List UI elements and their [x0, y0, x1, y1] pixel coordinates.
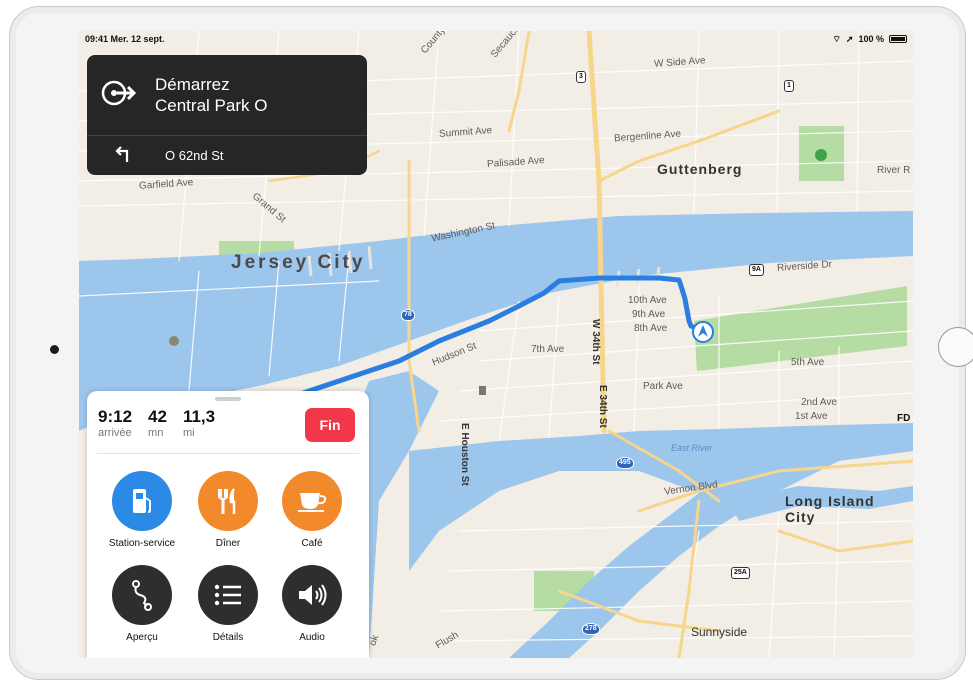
map-label: 7th Ave — [531, 344, 565, 355]
then-maneuver[interactable]: O 62nd St — [87, 136, 367, 174]
map-label-guttenberg: Guttenberg — [657, 161, 743, 177]
action-label: Détails — [212, 632, 244, 643]
map-label: 10th Ave — [628, 295, 667, 306]
map-label: River R — [877, 165, 911, 176]
park-poi-icon — [815, 149, 827, 161]
route-shield: 1 — [784, 80, 794, 92]
action-label: Dîner — [215, 538, 241, 549]
map-label: 9th Ave — [632, 309, 666, 320]
route-shield: 3 — [576, 71, 586, 83]
start-route-icon — [101, 78, 137, 113]
landmark-icon — [479, 386, 486, 395]
details-button[interactable]: Détails — [184, 565, 272, 643]
arrival-unit: arrivée — [98, 427, 132, 439]
status-time-date: 09:41 Mer. 12 sept. — [85, 34, 165, 44]
route-shield: 278 — [582, 623, 600, 635]
status-bar: 09:41 Mer. 12 sept. ⌔ ➚ 100 % — [79, 31, 913, 47]
map-label: 5th Ave — [791, 357, 825, 368]
list-icon — [198, 565, 258, 625]
route-shield: 9A — [749, 264, 764, 276]
front-camera — [50, 345, 59, 354]
map-label: FD — [897, 413, 911, 424]
wifi-icon: ⌔ — [832, 33, 841, 44]
map-label: E 34th St — [597, 385, 608, 428]
route-overview-icon — [112, 565, 172, 625]
fuel-pump-icon — [112, 471, 172, 531]
arrival-value: 9:12 — [98, 407, 133, 426]
map-label: 8th Ave — [634, 323, 668, 334]
map-label: Sunnyside — [691, 625, 748, 639]
route-shield: 495 — [616, 457, 634, 469]
coffee-cup-icon — [282, 471, 342, 531]
duration-value: 42 — [148, 407, 167, 426]
action-label: Station-service — [108, 538, 176, 549]
map-label: East River — [671, 443, 713, 453]
map-label: E Houston St — [459, 423, 470, 486]
trip-panel: 9:12 arrivée 42 mn 11,3 mi Fin Station-s… — [87, 391, 369, 658]
arrival-time: 9:12 arrivée — [98, 407, 132, 440]
speaker-icon — [282, 565, 342, 625]
gas-station-button[interactable]: Station-service — [98, 471, 186, 549]
route-shield: 78 — [401, 309, 415, 321]
maneuver-text: Démarrez Central Park O — [155, 74, 267, 116]
maneuver-line1: Démarrez — [155, 75, 230, 94]
trip-duration: 42 mn — [148, 407, 167, 440]
action-label: Café — [301, 538, 323, 549]
map-label: 2nd Ave — [801, 397, 837, 408]
then-street-text: O 62nd St — [165, 147, 224, 163]
action-label: Audio — [299, 632, 325, 643]
duration-unit: mn — [148, 427, 164, 439]
next-maneuver[interactable]: Démarrez Central Park O — [87, 55, 367, 136]
turn-left-icon — [115, 145, 131, 165]
navigation-banner[interactable]: Démarrez Central Park O O 62nd St — [87, 55, 367, 175]
divider — [97, 453, 359, 454]
panel-grabber[interactable] — [215, 397, 241, 401]
distance-unit: mi — [182, 427, 195, 439]
map-label: W 34th St — [590, 319, 601, 365]
end-route-button[interactable]: Fin — [305, 408, 355, 442]
route-shield: 25A — [731, 567, 750, 579]
battery-icon — [889, 35, 907, 43]
maps-screen: 09:41 Mer. 12 sept. ⌔ ➚ 100 % County R S… — [79, 31, 913, 658]
map-label-long-island-city: Long Island City — [785, 493, 875, 525]
coffee-button[interactable]: Café — [268, 471, 356, 549]
map-label-jersey-city: Jersey City — [231, 252, 366, 273]
location-arrow-icon: ➚ — [845, 33, 854, 44]
statue-icon — [169, 336, 179, 346]
action-label: Aperçu — [126, 632, 158, 643]
maneuver-line2: Central Park O — [155, 96, 268, 115]
trip-distance: 11,3 mi — [183, 407, 215, 440]
dinner-button[interactable]: Dîner — [184, 471, 272, 549]
battery-percent: 100 % — [858, 34, 884, 44]
distance-value: 11,3 — [182, 407, 216, 426]
fork-knife-icon — [198, 471, 258, 531]
overview-button[interactable]: Aperçu — [98, 565, 186, 643]
map-label: 1st Ave — [795, 411, 828, 422]
trip-summary: 9:12 arrivée 42 mn 11,3 mi — [98, 407, 215, 440]
audio-button[interactable]: Audio — [268, 565, 356, 643]
home-button[interactable] — [938, 327, 973, 367]
map-label: Park Ave — [643, 381, 683, 392]
